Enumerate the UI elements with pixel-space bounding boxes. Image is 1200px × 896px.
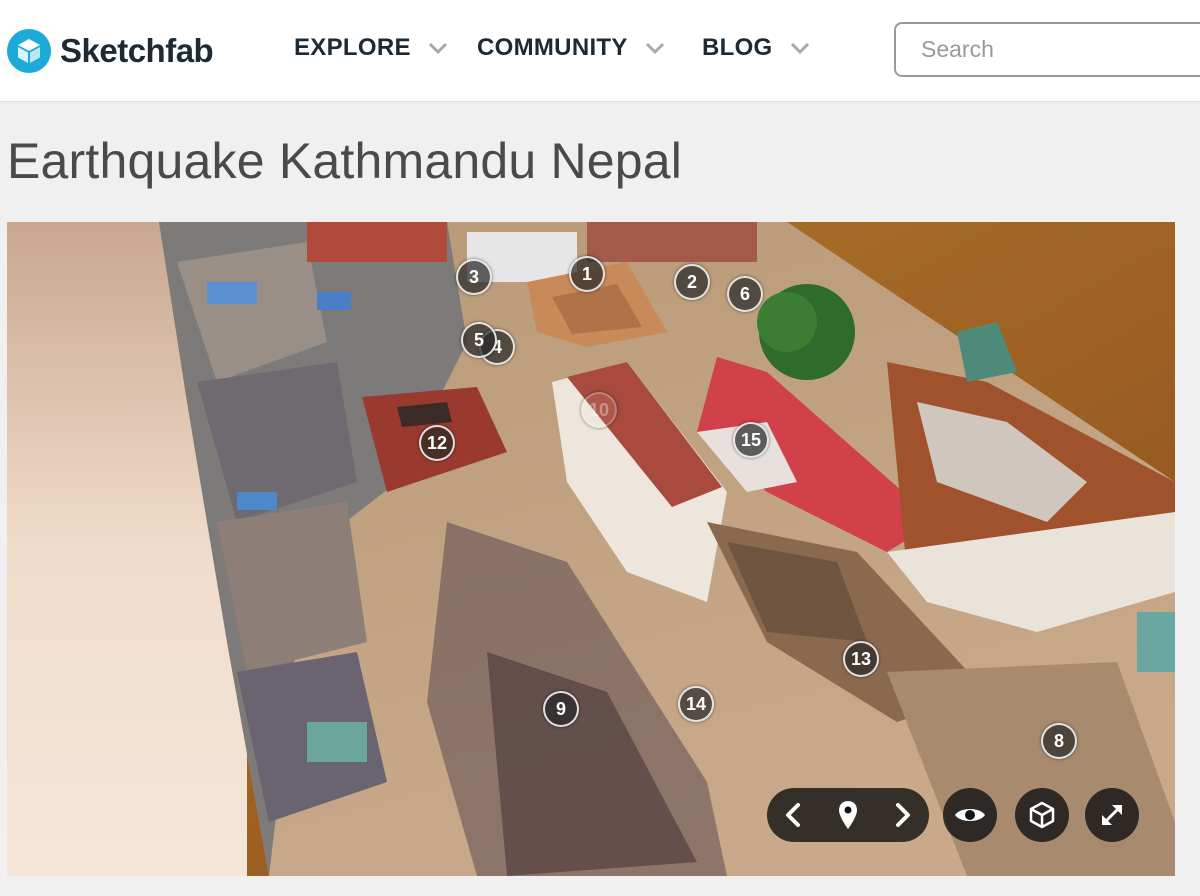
annotation-hotspot-1[interactable]: 1 bbox=[569, 256, 605, 292]
vr-mode-button[interactable] bbox=[1015, 788, 1069, 842]
annotation-hotspot-10[interactable]: 10 bbox=[581, 392, 617, 428]
annotation-hotspot-12[interactable]: 12 bbox=[419, 425, 455, 461]
brand-name: Sketchfab bbox=[60, 32, 214, 69]
fullscreen-button[interactable] bbox=[1085, 788, 1139, 842]
annotation-hotspot-13[interactable]: 13 bbox=[843, 641, 879, 677]
nav-community[interactable]: COMMUNITY bbox=[477, 34, 666, 62]
chevron-left-icon bbox=[786, 803, 800, 827]
cube-outline-icon bbox=[1029, 801, 1055, 829]
annotation-hotspot-14[interactable]: 14 bbox=[678, 686, 714, 722]
sketchfab-logo[interactable]: Sketchfab bbox=[7, 29, 214, 73]
chevron-down-icon bbox=[645, 42, 664, 55]
search-box bbox=[894, 22, 1200, 77]
model-viewer[interactable]: 1 2 3 4 5 6 8 9 10 12 13 14 15 bbox=[7, 222, 1175, 876]
nav-blog[interactable]: BLOG bbox=[702, 34, 811, 62]
model-render bbox=[7, 222, 1175, 876]
annotation-hotspot-6[interactable]: 6 bbox=[727, 276, 763, 312]
annotation-hotspot-8[interactable]: 8 bbox=[1041, 723, 1077, 759]
cube-icon bbox=[7, 29, 51, 73]
nav-explore[interactable]: EXPLORE bbox=[294, 34, 449, 62]
search-input[interactable] bbox=[896, 24, 1196, 75]
eye-icon bbox=[955, 809, 985, 821]
map-pin-icon bbox=[839, 801, 857, 829]
next-annotation-button[interactable] bbox=[879, 792, 925, 838]
annotation-hotspot-15[interactable]: 15 bbox=[733, 422, 769, 458]
top-navigation-bar: Sketchfab EXPLORE COMMUNITY BLOG bbox=[0, 0, 1200, 102]
annotations-toggle-button[interactable] bbox=[825, 792, 871, 838]
expand-icon bbox=[1102, 805, 1122, 825]
nav-community-label: COMMUNITY bbox=[477, 34, 628, 61]
annotation-hotspot-2[interactable]: 2 bbox=[674, 264, 710, 300]
chevron-down-icon bbox=[790, 42, 809, 55]
annotation-hotspot-3[interactable]: 3 bbox=[456, 259, 492, 295]
annotation-navigation bbox=[767, 788, 929, 842]
chevron-right-icon bbox=[896, 803, 910, 827]
model-title: Earthquake Kathmandu Nepal bbox=[7, 133, 683, 189]
chevron-down-icon bbox=[428, 42, 447, 55]
view-mode-button[interactable] bbox=[943, 788, 997, 842]
nav-explore-label: EXPLORE bbox=[294, 34, 411, 61]
previous-annotation-button[interactable] bbox=[771, 792, 817, 838]
annotation-hotspot-5[interactable]: 5 bbox=[461, 322, 497, 358]
nav-blog-label: BLOG bbox=[702, 34, 773, 61]
annotation-hotspot-9[interactable]: 9 bbox=[543, 691, 579, 727]
